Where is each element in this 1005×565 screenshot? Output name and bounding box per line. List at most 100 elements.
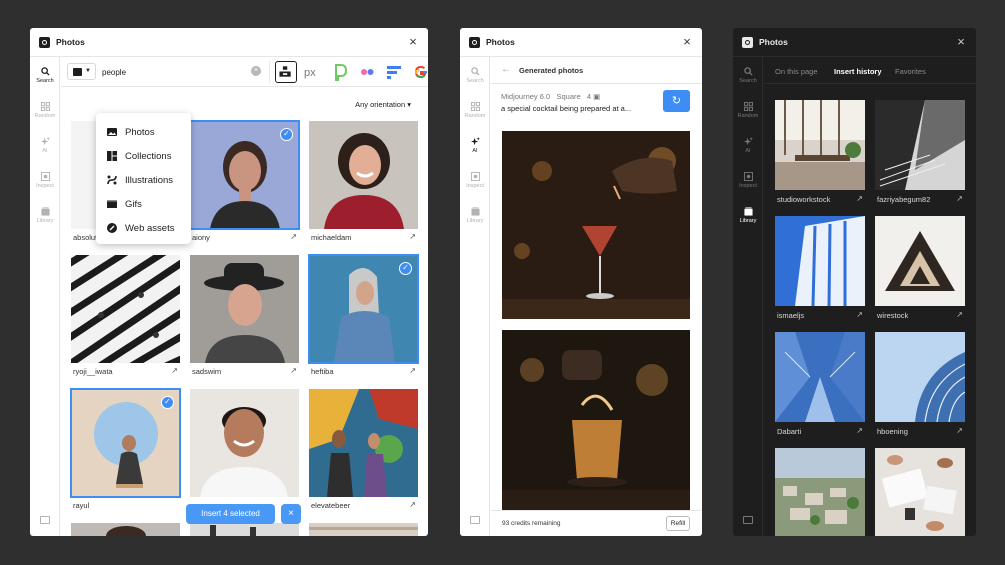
collapse-icon[interactable] [743,516,753,524]
provider-freepik[interactable] [383,61,405,83]
back-arrow-icon[interactable]: ← [501,64,511,75]
rail-label: Library [36,218,54,224]
rail-item-ai[interactable]: AI [460,137,490,154]
open-link-icon[interactable]: ↗ [409,232,416,241]
rail-item-random[interactable]: Random [30,102,60,119]
photo-card[interactable] [309,523,418,536]
history-card[interactable]: studioworkstock ↗ [775,100,865,206]
menu-item-gifs[interactable]: Gifs [96,192,191,216]
menu-item-collections[interactable]: Collections [96,144,191,168]
close-icon[interactable]: × [681,35,693,48]
rail-item-search[interactable]: Search [733,67,763,84]
regenerate-button[interactable]: ↻ [663,90,690,112]
photo-card[interactable]: sadswim ↗ [190,255,299,377]
photo-thumbnail [875,216,965,306]
open-link-icon[interactable]: ↗ [171,366,178,375]
media-type-select[interactable]: ▼ [67,63,96,80]
insert-selected-button[interactable]: Insert 4 selected [186,504,275,524]
next-providers-icon[interactable]: › [417,65,420,76]
open-link-icon[interactable]: ↗ [856,310,863,319]
rail-label: Search [36,78,54,84]
history-card[interactable]: hboening ↗ [875,332,965,438]
rail-item-inspect[interactable]: Inspect [30,172,60,189]
menu-item-photos[interactable]: Photos [96,120,191,144]
selected-check-icon[interactable]: ✓ [161,396,174,409]
generated-image[interactable] [502,330,690,510]
rail-item-search[interactable]: Search [30,67,60,84]
clear-selection-button[interactable]: × [281,504,301,524]
generated-image[interactable] [502,131,690,319]
unsplash-logo-icon [279,66,291,77]
image-count-icon: ▣ [593,92,601,101]
open-link-icon[interactable]: ↗ [956,426,963,435]
collapse-icon[interactable] [470,516,480,524]
author-name: ismaeljs [777,311,805,320]
clear-search-icon[interactable]: × [251,66,261,76]
open-link-icon[interactable]: ↗ [856,426,863,435]
rail-item-inspect[interactable]: Inspect [460,172,490,189]
photo-card[interactable]: ✓ heftiba ↗ [308,254,419,377]
history-card[interactable]: ismaeljs ↗ [775,216,865,322]
selected-check-icon[interactable]: ✓ [399,262,412,275]
provider-pexels[interactable]: px [302,61,324,83]
provider-unsplash[interactable] [275,61,297,83]
history-card[interactable]: wirestock ↗ [875,216,965,322]
selected-check-icon[interactable]: ✓ [280,128,293,141]
menu-item-web-assets[interactable]: Web assets [96,216,191,240]
rail-item-ai[interactable]: AI [30,137,60,154]
history-card[interactable] [875,448,965,536]
rail-item-library[interactable]: Library [30,207,60,224]
open-link-icon[interactable]: ↗ [290,366,297,375]
grid-icon [40,102,50,111]
rail-label: AI [745,148,751,154]
photo-card[interactable] [190,389,299,511]
collapse-icon[interactable] [40,516,50,524]
tab-favorites[interactable]: Favorites [895,67,926,76]
photo-card[interactable] [190,523,299,536]
rail-item-ai[interactable]: AI [733,137,763,154]
rail-item-library[interactable]: Library [733,207,763,224]
provider-pixabay[interactable] [329,61,351,83]
tab-on-this-page[interactable]: On this page [775,67,818,76]
author-name: elevatebeer [311,501,351,510]
rail-item-inspect[interactable]: Inspect [733,172,763,189]
close-icon[interactable]: × [955,35,967,48]
open-link-icon[interactable]: ↗ [856,194,863,203]
titlebar: Photos × [733,28,976,57]
rail-item-random[interactable]: Random [460,102,490,119]
author-name: fazriyabegum82 [877,195,931,204]
photo-card[interactable]: ✓ rayul [70,388,181,511]
history-card[interactable]: Dabarti ↗ [775,332,865,438]
open-link-icon[interactable]: ↗ [290,232,297,241]
photo-card[interactable]: ✓ aiony ↗ [189,120,300,243]
history-card[interactable] [775,448,865,536]
credits-footer: 93 credits remaining Refill [491,510,702,536]
rail-item-library[interactable]: Library [460,207,490,224]
photo-card[interactable] [71,523,180,536]
search-bar: ▼ × px › [61,57,428,87]
photo-card[interactable]: elevatebeer ↗ [309,389,418,511]
history-card[interactable]: fazriyabegum82 ↗ [875,100,965,206]
photo-card[interactable]: michaeldam ↗ [309,121,418,243]
open-link-icon[interactable]: ↗ [409,500,416,509]
gif-icon [107,200,117,208]
rail-item-search[interactable]: Search [460,67,490,84]
tab-insert-history[interactable]: Insert history [834,67,882,76]
library-tabs: On this page Insert history Favorites [764,57,976,84]
image-icon [73,68,82,76]
search-input[interactable] [102,64,214,80]
svg-text:px: px [304,67,316,79]
side-rail: Search Random AI Inspect Library [460,57,490,536]
orientation-select[interactable]: Any orientation ▾ [355,100,411,109]
refill-button[interactable]: Refill [666,516,690,531]
menu-item-label: Illustrations [125,174,174,186]
open-link-icon[interactable]: ↗ [956,194,963,203]
open-link-icon[interactable]: ↗ [409,366,416,375]
provider-flickr[interactable] [356,61,378,83]
open-link-icon[interactable]: ↗ [956,310,963,319]
photo-card[interactable]: ryoji__iwata ↗ [71,255,180,377]
menu-item-illustrations[interactable]: Illustrations [96,168,191,192]
side-rail: Search Random AI Inspect Library [733,57,763,536]
rail-item-random[interactable]: Random [733,102,763,119]
close-icon[interactable]: × [407,35,419,48]
